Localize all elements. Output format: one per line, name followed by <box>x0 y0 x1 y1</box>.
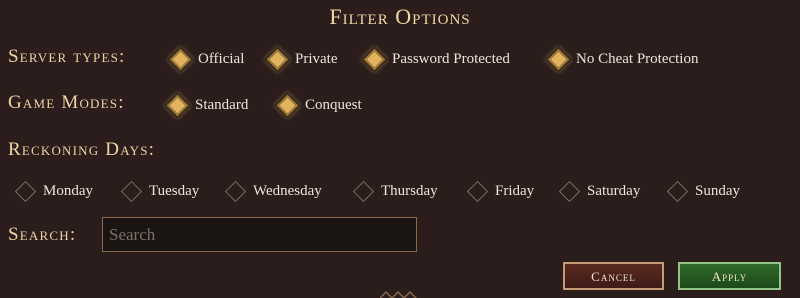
checkbox-password-protected[interactable]: Password Protected <box>361 48 510 71</box>
game-modes-label: Game Modes: <box>8 92 125 113</box>
checkbox-conquest[interactable]: Conquest <box>274 94 362 117</box>
checkbox-label: Password Protected <box>392 51 510 67</box>
checkbox-official[interactable]: Official <box>167 48 245 71</box>
divider-ornament-icon <box>380 290 417 298</box>
checkbox-label: Wednesday <box>253 183 322 199</box>
checkbox-diamond-icon <box>14 180 37 203</box>
checkbox-label: Tuesday <box>149 183 200 199</box>
server-types-label: Server types: <box>8 46 126 67</box>
checkbox-label: No Cheat Protection <box>576 51 699 67</box>
checkbox-label: Friday <box>495 183 535 199</box>
filter-options-dialog: Filter Options Server types: Official Pr… <box>0 0 800 298</box>
checkbox-diamond-icon <box>558 180 581 203</box>
cancel-button[interactable]: Cancel <box>563 262 664 290</box>
checkbox-sunday[interactable]: Sunday <box>664 180 740 203</box>
checkbox-diamond-icon <box>466 180 489 203</box>
checkbox-diamond-icon <box>666 180 689 203</box>
checkbox-diamond-icon <box>276 94 299 117</box>
reckoning-days-label: Reckoning Days: <box>8 139 156 160</box>
checkbox-label: Private <box>295 51 338 67</box>
checkbox-diamond-icon <box>224 180 247 203</box>
checkbox-no-cheat-protection[interactable]: No Cheat Protection <box>545 48 699 71</box>
search-input[interactable] <box>102 217 417 252</box>
checkbox-diamond-icon <box>363 48 386 71</box>
checkbox-label: Standard <box>195 97 249 113</box>
checkbox-friday[interactable]: Friday <box>464 180 535 203</box>
checkbox-diamond-icon <box>266 48 289 71</box>
checkbox-private[interactable]: Private <box>264 48 338 71</box>
checkbox-tuesday[interactable]: Tuesday <box>118 180 200 203</box>
checkbox-thursday[interactable]: Thursday <box>350 180 438 203</box>
checkbox-label: Saturday <box>587 183 641 199</box>
search-label: Search: <box>8 224 77 245</box>
checkbox-wednesday[interactable]: Wednesday <box>222 180 322 203</box>
checkbox-saturday[interactable]: Saturday <box>556 180 641 203</box>
dialog-title: Filter Options <box>329 4 471 29</box>
checkbox-label: Thursday <box>381 183 438 199</box>
checkbox-diamond-icon <box>120 180 143 203</box>
checkbox-diamond-icon <box>169 48 192 71</box>
checkbox-monday[interactable]: Monday <box>12 180 93 203</box>
checkbox-diamond-icon <box>547 48 570 71</box>
checkbox-label: Monday <box>43 183 93 199</box>
checkbox-label: Sunday <box>695 183 740 199</box>
checkbox-diamond-icon <box>166 94 189 117</box>
apply-button[interactable]: Apply <box>678 262 781 290</box>
checkbox-diamond-icon <box>352 180 375 203</box>
checkbox-standard[interactable]: Standard <box>164 94 249 117</box>
checkbox-label: Official <box>198 51 245 67</box>
checkbox-label: Conquest <box>305 97 362 113</box>
